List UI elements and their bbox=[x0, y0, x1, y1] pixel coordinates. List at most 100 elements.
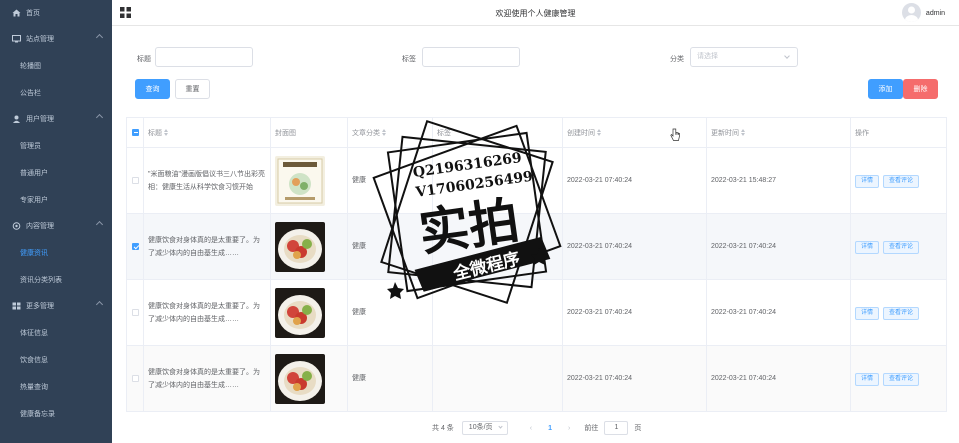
sidebar-item-label: 饮食信息 bbox=[20, 356, 48, 364]
sidebar-item-11[interactable]: 更多管理 bbox=[0, 293, 112, 319]
sidebar-item-8[interactable]: 内容管理 bbox=[0, 213, 112, 239]
sidebar-item-6[interactable]: 普通用户 bbox=[0, 159, 112, 186]
reset-button[interactable]: 重置 bbox=[175, 79, 210, 99]
page-number-current[interactable]: 1 bbox=[548, 425, 552, 432]
row-checkbox[interactable] bbox=[132, 176, 139, 184]
sidebar-item-10[interactable]: 资讯分类列表 bbox=[0, 266, 112, 293]
row-title: 健康饮食对身体真的是太重要了。为了减少体内的自由基生成…… bbox=[143, 213, 271, 280]
row-created: 2022-03-21 07:40:24 bbox=[562, 213, 707, 280]
detail-button[interactable]: 详情 bbox=[855, 174, 880, 188]
header-created-text: 创建时间 bbox=[567, 129, 595, 137]
pagination: 共 4 条 10条/页 ‹ 1 › 前往 1 页 bbox=[432, 421, 641, 435]
row-tag bbox=[432, 345, 563, 412]
sidebar-item-2[interactable]: 轮播图 bbox=[0, 52, 112, 79]
select-all-checkbox[interactable] bbox=[132, 128, 139, 136]
sidebar-item-12[interactable]: 体征信息 bbox=[0, 319, 112, 346]
cover-image bbox=[275, 221, 325, 272]
header-actions-text: 操作 bbox=[855, 129, 869, 137]
tag-filter-input[interactable] bbox=[422, 47, 520, 67]
page-unit-label: 页 bbox=[634, 425, 642, 432]
page-size-value: 10条/页 bbox=[468, 424, 493, 431]
sidebar-item-14[interactable]: 热量查询 bbox=[0, 373, 112, 400]
cover-image bbox=[275, 353, 325, 404]
header-title[interactable]: 标题 bbox=[143, 117, 271, 148]
header-cover-text: 封面图 bbox=[275, 129, 296, 137]
prev-page-icon[interactable]: ‹ bbox=[530, 425, 532, 432]
table-header-row: 标题 封面图 文章分类 标签 创建时间 更新时间 操作 bbox=[126, 117, 947, 148]
row-tag bbox=[432, 213, 563, 280]
sidebar-item-label: 普通用户 bbox=[20, 169, 48, 177]
sidebar-item-13[interactable]: 饮食信息 bbox=[0, 346, 112, 373]
table-row[interactable]: "米面粮油"漫画版倡议书三八节出彩亮相：健康生活从科学饮食习惯开始 健康 2022-… bbox=[126, 147, 947, 214]
sidebar-item-label: 健康备忘录 bbox=[20, 410, 55, 418]
sidebar-item-label: 公告栏 bbox=[20, 89, 41, 97]
row-actions: 详情 查看评论 bbox=[850, 213, 947, 280]
header-cover: 封面图 bbox=[270, 117, 348, 148]
row-select-cell bbox=[126, 213, 144, 280]
row-checkbox[interactable] bbox=[132, 242, 139, 250]
row-tag bbox=[432, 147, 563, 214]
sidebar-item-3[interactable]: 公告栏 bbox=[0, 79, 112, 106]
home-icon bbox=[12, 9, 21, 17]
query-button[interactable]: 查询 bbox=[135, 79, 170, 99]
sidebar-item-0[interactable]: 首页 bbox=[0, 0, 112, 26]
sidebar-item-label: 更多管理 bbox=[26, 303, 54, 310]
sidebar-item-4[interactable]: 用户管理 bbox=[0, 106, 112, 132]
row-select-cell bbox=[126, 279, 144, 346]
user-icon bbox=[12, 115, 21, 123]
top-header: 欢迎使用个人健康管理 admin bbox=[112, 0, 959, 26]
chevron-up-icon bbox=[95, 33, 104, 42]
sidebar-item-1[interactable]: 站点管理 bbox=[0, 26, 112, 52]
header-tag: 标签 bbox=[432, 117, 563, 148]
title-filter-label: 标题 bbox=[137, 56, 151, 63]
sidebar-item-label: 首页 bbox=[26, 10, 40, 17]
title-filter-input[interactable] bbox=[155, 47, 253, 67]
row-checkbox[interactable] bbox=[132, 374, 139, 382]
sort-icon[interactable] bbox=[382, 129, 386, 137]
sidebar-item-7[interactable]: 专家用户 bbox=[0, 186, 112, 213]
category-select-placeholder: 请选择 bbox=[697, 53, 718, 60]
row-title: 健康饮食对身体真的是太重要了。为了减少体内的自由基生成…… bbox=[143, 279, 271, 346]
next-page-icon[interactable]: › bbox=[568, 425, 570, 432]
sidebar-item-5[interactable]: 管理员 bbox=[0, 132, 112, 159]
detail-button[interactable]: 详情 bbox=[855, 240, 880, 254]
chevron-down-icon bbox=[784, 53, 790, 59]
detail-button[interactable]: 详情 bbox=[855, 372, 880, 386]
tag-filter-label: 标签 bbox=[402, 56, 416, 63]
main-content: 标题 标签 分类 请选择 查询 重置 添加 删除 标题 封面图 文章分类 标签 … bbox=[112, 26, 959, 443]
table-row[interactable]: 健康饮食对身体真的是太重要了。为了减少体内的自由基生成…… 健康 2022-03-2… bbox=[126, 279, 947, 346]
view-comments-button[interactable]: 查看评论 bbox=[883, 174, 920, 188]
username[interactable]: admin bbox=[926, 10, 945, 17]
row-cover bbox=[270, 147, 348, 214]
sidebar-item-9[interactable]: 健康资讯 bbox=[0, 239, 112, 266]
delete-button[interactable]: 删除 bbox=[903, 79, 938, 99]
table-row[interactable]: 健康饮食对身体真的是太重要了。为了减少体内的自由基生成…… 健康 2022-03-2… bbox=[126, 345, 947, 412]
row-actions: 详情 查看评论 bbox=[850, 279, 947, 346]
sort-icon[interactable] bbox=[741, 129, 745, 137]
sidebar-item-label: 管理员 bbox=[20, 142, 41, 150]
sidebar-item-label: 站点管理 bbox=[26, 36, 54, 43]
header-actions: 操作 bbox=[850, 117, 947, 148]
sidebar-item-15[interactable]: 健康备忘录 bbox=[0, 400, 112, 427]
table-row[interactable]: 健康饮食对身体真的是太重要了。为了减少体内的自由基生成…… 健康 2022-03-2… bbox=[126, 213, 947, 280]
avatar[interactable] bbox=[902, 3, 921, 22]
page-size-select[interactable]: 10条/页 bbox=[461, 421, 508, 435]
goto-label: 前往 bbox=[584, 425, 599, 432]
row-checkbox[interactable] bbox=[132, 308, 139, 316]
sort-icon[interactable] bbox=[164, 129, 168, 137]
row-created: 2022-03-21 07:40:24 bbox=[562, 147, 707, 214]
add-button[interactable]: 添加 bbox=[868, 79, 903, 99]
page-title: 欢迎使用个人健康管理 bbox=[495, 9, 576, 18]
category-select[interactable]: 请选择 bbox=[690, 47, 798, 67]
header-updated[interactable]: 更新时间 bbox=[706, 117, 851, 148]
header-created[interactable]: 创建时间 bbox=[562, 117, 707, 148]
view-comments-button[interactable]: 查看评论 bbox=[883, 306, 920, 320]
row-category: 健康 bbox=[347, 147, 433, 214]
view-comments-button[interactable]: 查看评论 bbox=[883, 240, 920, 254]
view-comments-button[interactable]: 查看评论 bbox=[883, 372, 920, 386]
header-category[interactable]: 文章分类 bbox=[347, 117, 433, 148]
goto-page-input[interactable]: 1 bbox=[604, 421, 629, 435]
sort-icon[interactable] bbox=[597, 129, 601, 137]
detail-button[interactable]: 详情 bbox=[855, 306, 880, 320]
monitor-icon bbox=[12, 35, 21, 43]
